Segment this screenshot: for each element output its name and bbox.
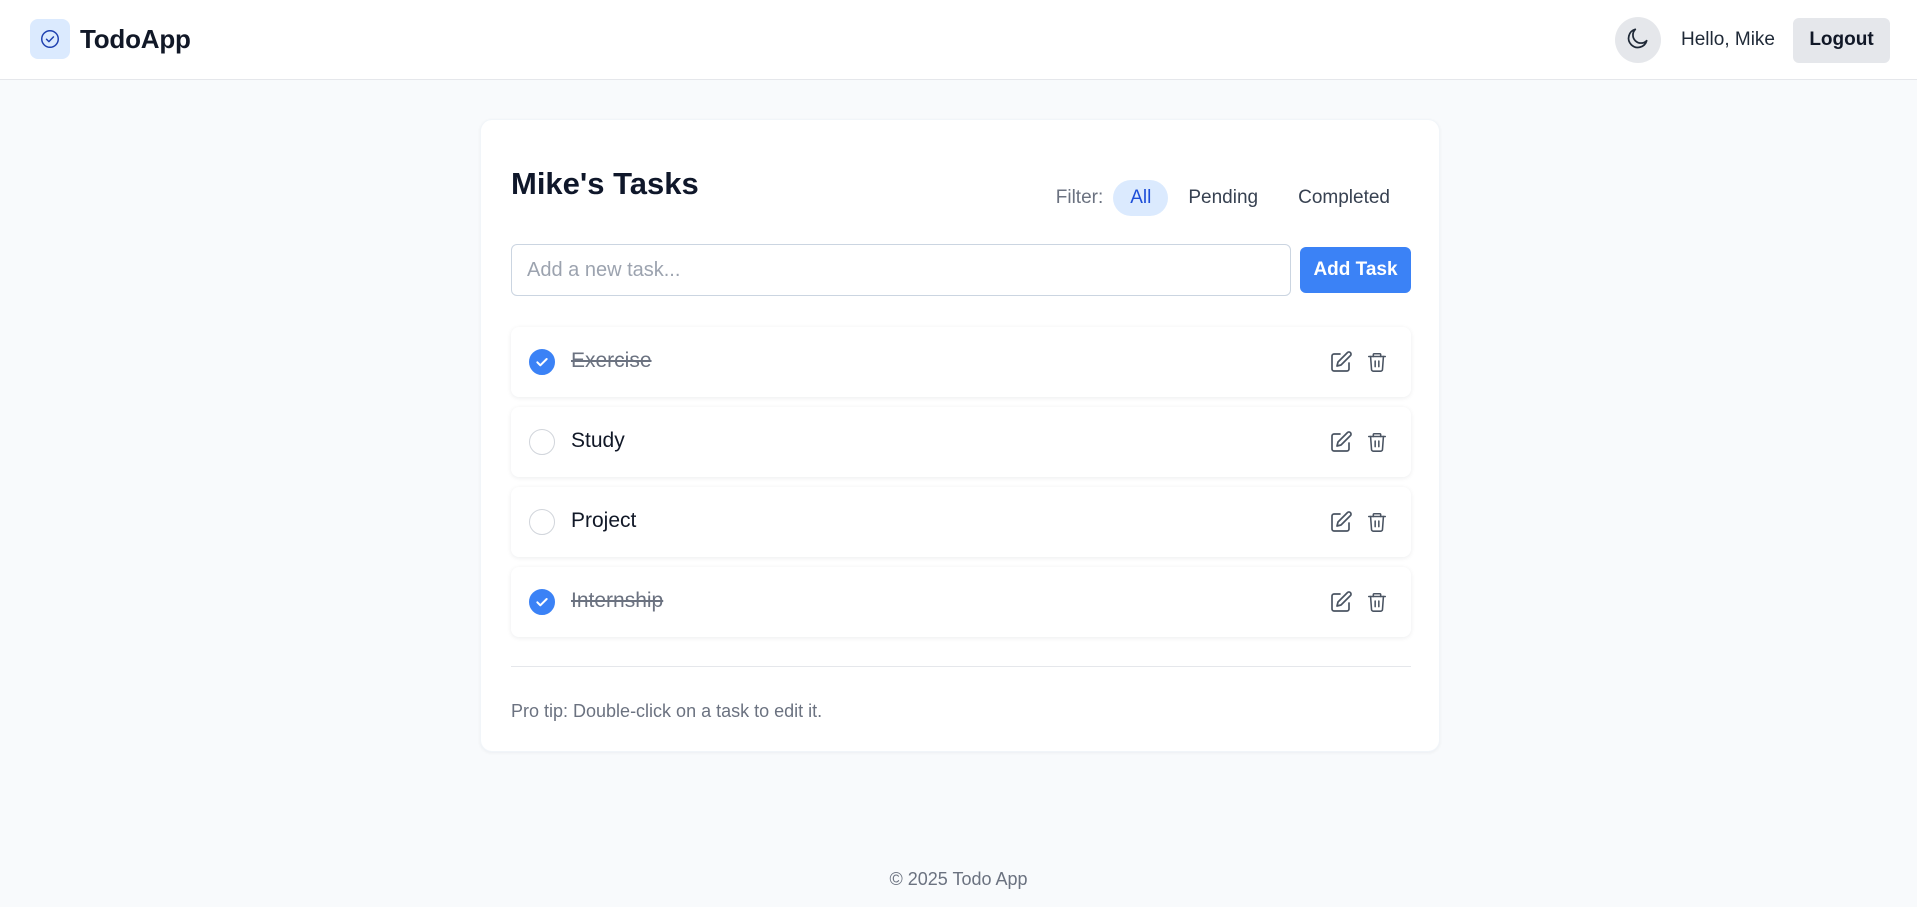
task-item[interactable]: Exercise [511, 327, 1411, 397]
navbar: TodoApp Hello, Mike Logout [0, 0, 1917, 80]
new-task-input[interactable] [511, 244, 1291, 296]
brand-name: TodoApp [80, 23, 191, 54]
task-item[interactable]: Internship [511, 567, 1411, 637]
new-task-form: Add Task [511, 244, 1411, 296]
task-text[interactable]: Exercise [571, 349, 652, 373]
task-text[interactable]: Study [571, 429, 625, 453]
footer-copyright: © 2025 Todo App [889, 869, 1028, 889]
task-actions [1329, 509, 1389, 535]
logout-button[interactable]: Logout [1793, 17, 1890, 63]
task-item[interactable]: Study [511, 407, 1411, 477]
task-text[interactable]: Project [571, 509, 636, 533]
tasks-card: Mike's Tasks Filter: All Pending Complet… [480, 119, 1440, 752]
theme-toggle-button[interactable] [1615, 17, 1662, 63]
brand[interactable]: TodoApp [30, 19, 191, 59]
task-text[interactable]: Internship [571, 589, 663, 613]
trash-icon[interactable] [1365, 509, 1389, 535]
task-actions [1329, 589, 1389, 615]
check-circle-icon [30, 19, 70, 59]
filter-all-button[interactable]: All [1113, 180, 1169, 216]
user-greeting: Hello, Mike [1681, 29, 1775, 50]
task-actions [1329, 349, 1389, 375]
trash-icon[interactable] [1365, 589, 1389, 615]
task-checkbox[interactable] [529, 349, 555, 375]
task-checkbox[interactable] [529, 589, 555, 615]
filter-completed-button[interactable]: Completed [1278, 180, 1410, 216]
filter-pending-button[interactable]: Pending [1168, 180, 1278, 216]
add-task-button[interactable]: Add Task [1300, 247, 1411, 293]
edit-icon[interactable] [1329, 509, 1353, 535]
divider [511, 666, 1411, 667]
filter-bar: Filter: All Pending Completed [1056, 180, 1410, 216]
task-checkbox[interactable] [529, 429, 555, 455]
moon-icon [1625, 25, 1651, 56]
nav-actions: Hello, Mike Logout [1615, 17, 1890, 63]
task-list: Exercise Study Project Internship [511, 327, 1411, 647]
pro-tip: Pro tip: Double-click on a task to edit … [511, 701, 823, 721]
edit-icon[interactable] [1329, 429, 1353, 455]
filter-label: Filter: [1055, 187, 1104, 208]
page-title: Mike's Tasks [511, 166, 699, 201]
edit-icon[interactable] [1329, 349, 1353, 375]
trash-icon[interactable] [1365, 349, 1389, 375]
trash-icon[interactable] [1365, 429, 1389, 455]
task-checkbox[interactable] [529, 509, 555, 535]
task-actions [1329, 429, 1389, 455]
edit-icon[interactable] [1329, 589, 1353, 615]
task-item[interactable]: Project [511, 487, 1411, 557]
